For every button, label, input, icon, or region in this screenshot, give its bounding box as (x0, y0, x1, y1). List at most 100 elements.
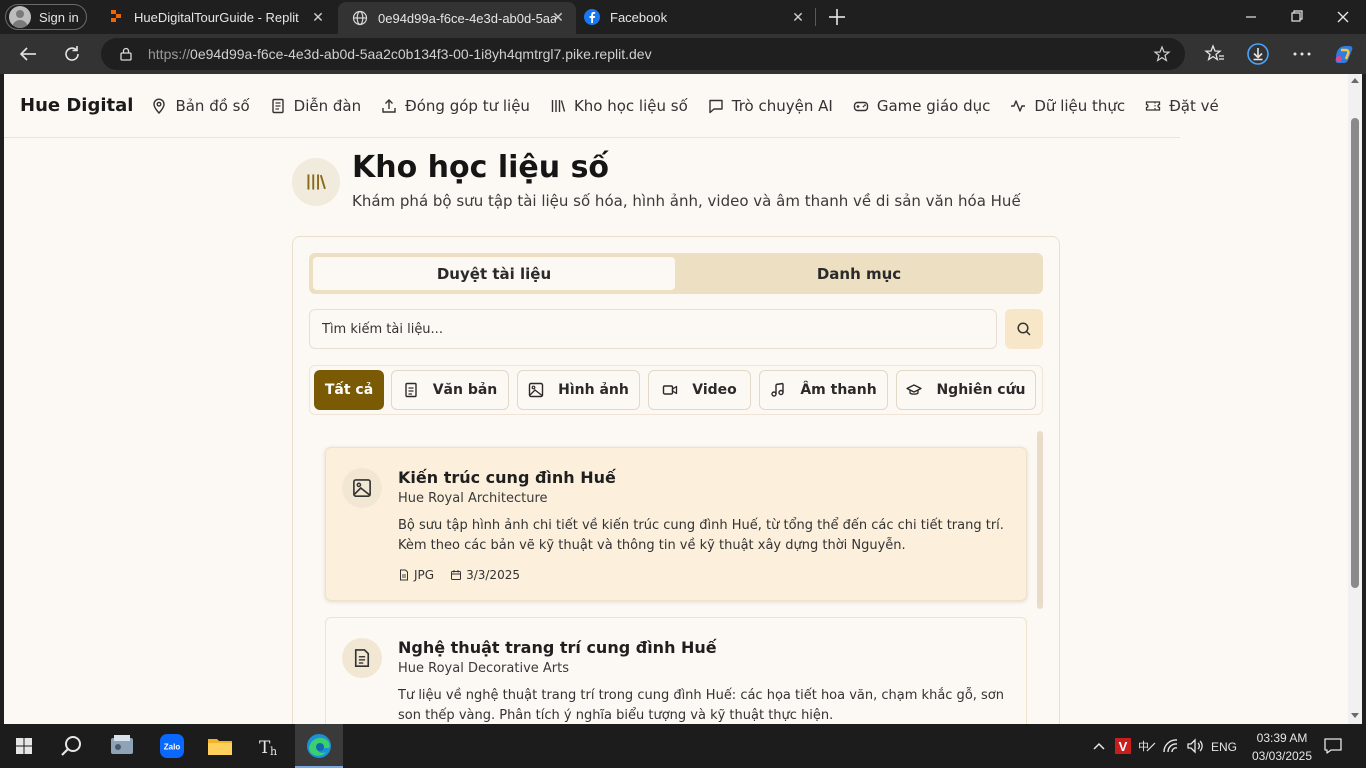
nav-item-real-data[interactable]: Dữ liệu thực (1010, 97, 1125, 115)
lock-icon[interactable] (118, 46, 134, 62)
nav-item-contribute[interactable]: Đóng góp tư liệu (381, 97, 530, 115)
scroll-down-arrow-icon[interactable] (1351, 713, 1359, 718)
filter-label: Văn bản (432, 382, 498, 398)
typing-app-icon[interactable]: T h (254, 730, 286, 762)
clock-date[interactable]: 03/03/2025 (1247, 749, 1317, 763)
svg-text:V: V (1119, 739, 1128, 754)
filter-label: Âm thanh (800, 382, 877, 398)
nav-item-label: Đóng góp tư liệu (405, 96, 530, 115)
refresh-icon[interactable] (60, 42, 84, 66)
item-format: JPG (398, 568, 434, 582)
upload-icon (382, 98, 396, 113)
document-icon (271, 98, 284, 113)
browser-tab-facebook[interactable]: Facebook ✕ (578, 2, 816, 32)
minimize-icon[interactable] (1228, 0, 1274, 34)
item-description: Tư liệu về nghệ thuật trang trí trong cu… (398, 688, 1004, 723)
nav-item-tickets[interactable]: Đặt vé (1145, 97, 1219, 115)
item-subtitle: Hue Royal Architecture (398, 491, 548, 506)
filter-bar: Tất cả Văn bản Hình ảnh Video Âm thanh N… (309, 365, 1043, 415)
nav-item-library[interactable]: Kho học liệu số (550, 97, 688, 115)
item-title: Kiến trúc cung đình Huế (398, 468, 616, 487)
filter-image[interactable]: Hình ảnh (517, 370, 640, 410)
edge-browser-icon[interactable] (303, 730, 335, 762)
facebook-icon (584, 9, 600, 25)
clock-time[interactable]: 03:39 AM (1253, 731, 1311, 745)
favorite-star-icon[interactable] (1153, 45, 1171, 63)
list-item[interactable]: Nghệ thuật trang trí cung đình Huế Hue R… (325, 617, 1027, 724)
nav-item-edu-game[interactable]: Game giáo dục (853, 97, 990, 115)
vietkey-icon[interactable]: V (1113, 736, 1133, 756)
library-icon (551, 99, 566, 112)
nav-item-label: Diễn đàn (293, 96, 362, 115)
item-date: 3/3/2025 (450, 568, 520, 582)
search-input[interactable]: Tìm kiếm tài liệu... (309, 309, 997, 349)
profile-avatar-icon (9, 6, 31, 28)
page-viewport: Hue Digital Bản đồ số Diễn đàn Đóng góp … (4, 74, 1348, 724)
restore-icon[interactable] (1274, 0, 1320, 34)
close-tab-icon[interactable]: ✕ (550, 9, 566, 25)
page-scrollbar[interactable] (1348, 74, 1362, 724)
filter-audio[interactable]: Âm thanh (759, 370, 888, 410)
nav-item-forum[interactable]: Diễn đàn (270, 97, 361, 115)
browser-tab-bar: Sign in HueDigitalTourGuide - Replit ✕ 0… (0, 0, 1366, 34)
windows-start-icon[interactable] (8, 730, 40, 762)
close-window-icon[interactable] (1320, 0, 1366, 34)
filter-all[interactable]: Tất cả (314, 370, 384, 410)
close-tab-icon[interactable]: ✕ (310, 9, 326, 25)
filter-research[interactable]: Nghiên cứu (896, 370, 1036, 410)
search-button[interactable] (1005, 309, 1043, 349)
list-scrollbar[interactable] (1037, 431, 1043, 609)
nav-item-ai-chat[interactable]: Trò chuyện AI (708, 97, 833, 115)
page-title: Kho học liệu số (352, 150, 610, 185)
back-arrow-icon[interactable] (16, 42, 40, 66)
input-method-icon[interactable]: 中 (1137, 736, 1157, 756)
zalo-icon[interactable]: Zalo (156, 730, 188, 762)
page-subtitle: Khám phá bộ sưu tập tài liệu số hóa, hìn… (352, 192, 1021, 210)
network-icon[interactable] (1161, 736, 1181, 756)
scroll-up-arrow-icon[interactable] (1351, 78, 1359, 83)
filter-label: Tất cả (324, 382, 374, 398)
tab-title: 0e94d99a-f6ce-4e3d-ab0d-5aa2c (378, 10, 556, 26)
svg-text:h: h (270, 745, 277, 758)
profile-sign-in-button[interactable]: Sign in (5, 4, 87, 30)
browser-tab-replit[interactable]: HueDigitalTourGuide - Replit ✕ (96, 2, 336, 32)
filter-video[interactable]: Video (648, 370, 751, 410)
volume-icon[interactable] (1185, 736, 1205, 756)
tab-title: HueDigitalTourGuide - Replit (134, 9, 299, 25)
windows-taskbar: Zalo T h V 中 ENG 03:39 AM 03/03/2025 (0, 724, 1366, 768)
item-title: Nghệ thuật trang trí cung đình Huế (398, 638, 717, 657)
item-description: Bộ sưu tập hình ảnh chi tiết về kiến trú… (398, 518, 1004, 553)
address-bar[interactable]: https://0e94d99a-f6ce-4e3d-ab0d-5aa2c0b1… (101, 38, 1185, 70)
close-tab-icon[interactable]: ✕ (790, 9, 806, 25)
file-explorer-app-icon[interactable] (106, 730, 138, 762)
list-item[interactable]: Kiến trúc cung đình Huế Hue Royal Archit… (325, 447, 1027, 601)
image-icon (342, 468, 382, 508)
chevron-up-icon[interactable] (1089, 736, 1109, 756)
site-brand[interactable]: Hue Digital (20, 95, 133, 116)
graduation-cap-icon (906, 384, 923, 395)
tab-categories[interactable]: Danh mục (679, 257, 1039, 290)
filter-label: Nghiên cứu (936, 382, 1026, 398)
nav-item-digital-map[interactable]: Bản đồ số (151, 97, 250, 115)
tab-separator (815, 8, 816, 26)
favorites-icon[interactable] (1202, 42, 1226, 66)
filter-label: Hình ảnh (558, 382, 629, 398)
filter-text[interactable]: Văn bản (391, 370, 509, 410)
svg-text:Zalo: Zalo (164, 743, 181, 752)
new-tab-icon[interactable] (826, 6, 848, 28)
scrollbar-thumb[interactable] (1351, 118, 1359, 588)
notification-icon[interactable] (1323, 736, 1343, 756)
globe-icon (352, 10, 368, 26)
calendar-icon (451, 570, 462, 580)
gamepad-icon (853, 101, 869, 111)
taskbar-search-icon[interactable] (56, 730, 88, 762)
activity-icon (1011, 99, 1026, 112)
copilot-icon[interactable] (1332, 42, 1356, 66)
folder-icon[interactable] (204, 730, 236, 762)
browser-tab-active[interactable]: 0e94d99a-f6ce-4e3d-ab0d-5aa2c ✕ (338, 2, 576, 34)
downloads-icon[interactable] (1246, 42, 1270, 66)
more-options-icon[interactable] (1290, 42, 1314, 66)
language-indicator[interactable]: ENG (1211, 740, 1237, 754)
view-tabs: Duyệt tài liệu Danh mục (309, 253, 1043, 294)
tab-browse-documents[interactable]: Duyệt tài liệu (313, 257, 675, 290)
